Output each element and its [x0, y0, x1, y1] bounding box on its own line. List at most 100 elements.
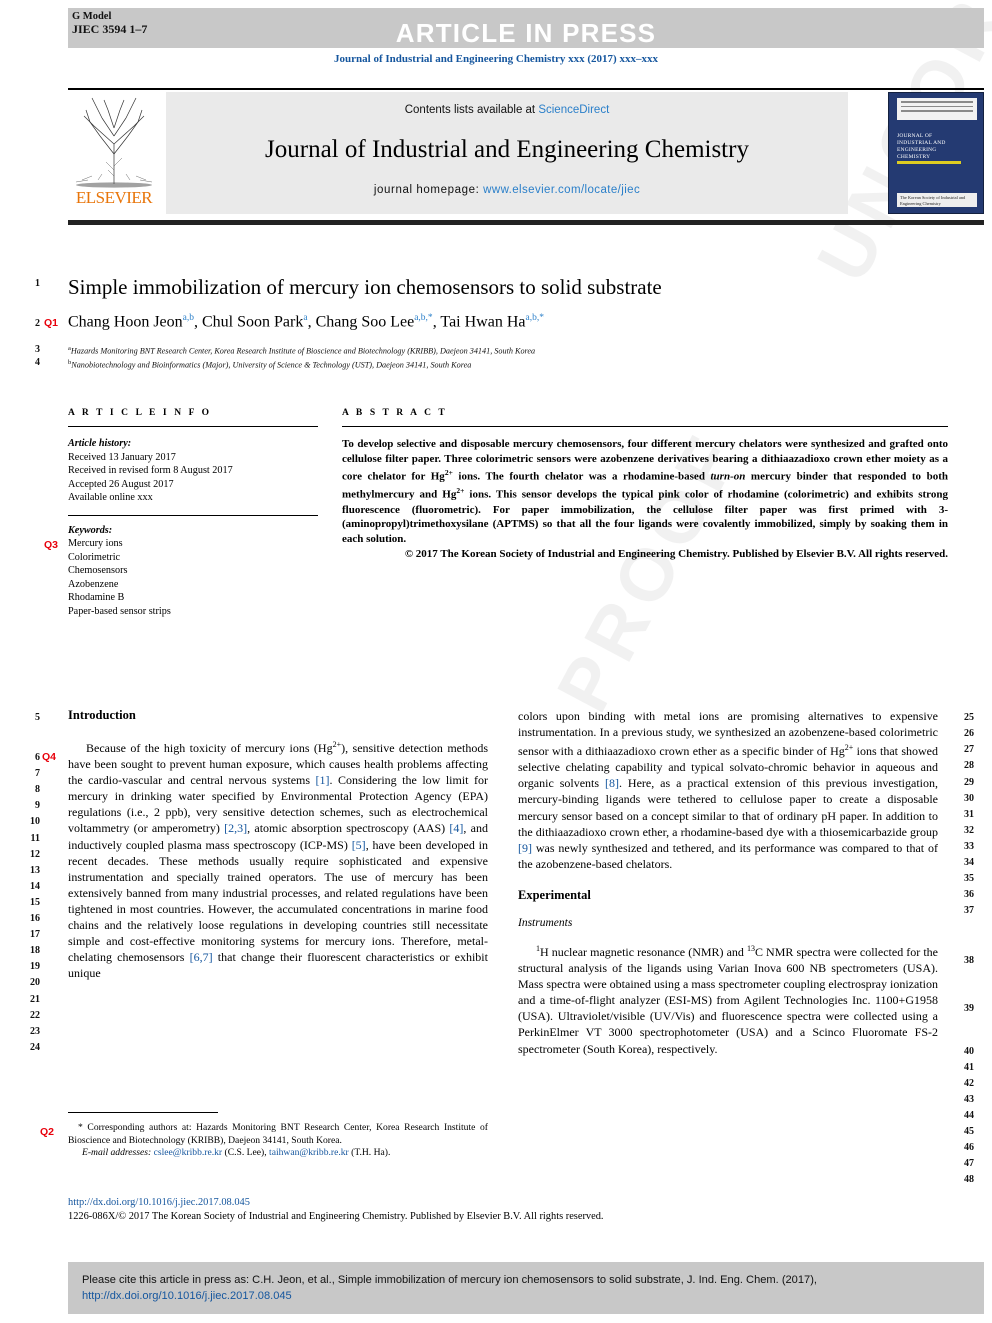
- email-label: E-mail addresses:: [82, 1147, 152, 1159]
- history-item: Available online xxx: [68, 492, 153, 503]
- email-note: E-mail addresses: cslee@kribb.re.kr (C.S…: [68, 1147, 488, 1160]
- cover-title-line-3: ENGINEERING: [897, 147, 937, 153]
- article-in-press-label: ARTICLE IN PRESS: [395, 18, 657, 48]
- affiliation-item: bNanobiotechnology and Bioinformatics (M…: [68, 357, 948, 371]
- contents-prefix: Contents lists available at: [404, 104, 539, 116]
- abstract-italic: turn-on: [710, 470, 746, 483]
- query-marker-q4[interactable]: Q4: [42, 751, 56, 763]
- email-link-2[interactable]: taihwan@kribb.re.kr: [269, 1147, 349, 1158]
- corresponding-text: Corresponding authors at: Hazards Monito…: [68, 1122, 488, 1146]
- line-number: 23: [30, 1026, 40, 1037]
- line-number: 38: [964, 955, 974, 966]
- paper-page: UNCORRECTED PROOF ARTICLE IN PRESS G Mod…: [0, 0, 992, 1323]
- line-number: 37: [964, 905, 974, 916]
- citation-ref[interactable]: [8]: [605, 776, 619, 790]
- issn-copyright-line: 1226-086X/© 2017 The Korean Society of I…: [68, 1210, 604, 1222]
- corresponding-author-note: * Corresponding authors at: Hazards Moni…: [68, 1122, 488, 1147]
- line-number: 17: [30, 929, 40, 940]
- instruments-paragraph: 1H nuclear magnetic resonance (NMR) and …: [518, 941, 938, 1057]
- line-number: 12: [30, 849, 40, 860]
- author-affil-marker: a,b,*: [525, 313, 544, 323]
- history-item: Accepted 26 August 2017: [68, 478, 174, 490]
- author-affil-marker: a: [303, 313, 308, 323]
- body-column-right: colors upon binding with metal ions are …: [518, 708, 938, 1057]
- line-number: 47: [964, 1158, 974, 1169]
- para-seg: H nuclear magnetic resonance (NMR) and: [540, 944, 747, 959]
- history-item: Received in revised form 8 August 2017: [68, 465, 233, 476]
- author-name: Tai Hwan Ha: [440, 313, 526, 331]
- citation-ref[interactable]: [5]: [352, 838, 366, 852]
- journal-title: Journal of Industrial and Engineering Ch…: [265, 136, 749, 163]
- abstract-sup: 2+: [444, 468, 453, 478]
- line-number: 29: [964, 777, 974, 788]
- line-number: 25: [964, 712, 974, 723]
- para-seg: C NMR spectra were collected for the str…: [518, 944, 938, 1056]
- line-number: 19: [30, 961, 40, 972]
- masthead: ELSEVIER Contents lists available at Sci…: [68, 92, 984, 214]
- doi-block: http://dx.doi.org/10.1016/j.jiec.2017.08…: [68, 1196, 728, 1223]
- citation-ref[interactable]: [4]: [449, 821, 463, 835]
- affiliation-text: Nanobiotechnology and Bioinformatics (Ma…: [71, 360, 472, 370]
- line-number: 31: [964, 809, 974, 820]
- line-number: 39: [964, 1003, 974, 1014]
- line-number: 7: [35, 768, 40, 779]
- line-number: 2: [35, 318, 40, 329]
- heading-introduction: Introduction: [68, 708, 136, 722]
- line-number: 14: [30, 881, 40, 892]
- manuscript-id: JIEC 3594 1–7: [72, 22, 148, 36]
- abstract-column: A B S T R A C T To develop selective and…: [342, 408, 948, 562]
- keywords-rule: [68, 514, 318, 516]
- doi-link[interactable]: http://dx.doi.org/10.1016/j.jiec.2017.08…: [68, 1196, 728, 1210]
- query-marker-q3[interactable]: Q3: [44, 539, 58, 551]
- contents-available-line: Contents lists available at ScienceDirec…: [166, 104, 848, 116]
- cover-society-footer: The Korean Society of Industrial and Eng…: [897, 193, 977, 207]
- line-number: 40: [964, 1046, 974, 1057]
- author-affil-marker: a,b,*: [414, 313, 433, 323]
- line-number: 48: [964, 1174, 974, 1185]
- masthead-contents-box: Contents lists available at ScienceDirec…: [166, 92, 848, 214]
- article-info-column: A R T I C L E I N F O Article history: R…: [68, 408, 318, 618]
- line-number: 1: [35, 278, 40, 289]
- heading-experimental: Experimental: [518, 887, 591, 902]
- cover-title-line-1: JOURNAL OF: [897, 133, 933, 139]
- line-number: 24: [30, 1042, 40, 1053]
- author-list: Chang Hoon Jeona,b, Chul Soon Parka, Cha…: [68, 313, 544, 331]
- homepage-url-link[interactable]: www.elsevier.com/locate/jiec: [483, 184, 640, 196]
- para-seg: was newly synthesized and tethered, and …: [518, 840, 938, 871]
- para-sup: 13: [746, 943, 755, 953]
- email-link-1[interactable]: cslee@kribb.re.kr: [154, 1147, 223, 1158]
- masthead-top-rule: [68, 88, 984, 90]
- author-affil-marker: a,b: [182, 313, 194, 323]
- keyword-item: Azobenzene: [68, 578, 119, 590]
- author-name: Chang Hoon Jeon: [68, 313, 183, 331]
- sciencedirect-link[interactable]: ScienceDirect: [538, 104, 609, 116]
- cover-title-text: JOURNAL OF INDUSTRIAL AND ENGINEERING CH…: [897, 133, 977, 161]
- citation-ref[interactable]: [1]: [316, 773, 330, 787]
- journal-citation-line: Journal of Industrial and Engineering Ch…: [334, 53, 658, 65]
- article-title: Simple immobilization of mercury ion che…: [68, 275, 662, 299]
- citation-ref[interactable]: [2,3]: [224, 821, 247, 835]
- keyword-item: Rhodamine B: [68, 592, 125, 603]
- keywords-block: Keywords: Mercury ions Colorimetric Chem…: [68, 524, 318, 619]
- line-number: 46: [964, 1142, 974, 1153]
- line-number: 4: [35, 357, 40, 368]
- line-number: 42: [964, 1078, 974, 1089]
- line-number: 9: [35, 800, 40, 811]
- line-number: 45: [964, 1126, 974, 1137]
- line-number: 5: [35, 712, 40, 723]
- article-history-block: Article history: Received 13 January 201…: [68, 437, 318, 505]
- query-marker-q1[interactable]: Q1: [44, 317, 58, 329]
- cite-prefix: Please cite this article in press as: C.…: [82, 1274, 817, 1286]
- author-name: Chang Soo Lee: [315, 313, 415, 331]
- heading-instruments: Instruments: [518, 916, 573, 929]
- line-number: 15: [30, 897, 40, 908]
- line-number: 20: [30, 977, 40, 988]
- line-number: 10: [30, 816, 40, 827]
- line-number: 36: [964, 889, 974, 900]
- query-marker-q2[interactable]: Q2: [40, 1126, 54, 1138]
- line-number: 27: [964, 744, 974, 755]
- cite-doi-link[interactable]: http://dx.doi.org/10.1016/j.jiec.2017.08…: [82, 1290, 292, 1302]
- citation-ref[interactable]: [6,7]: [190, 950, 213, 964]
- article-history-label: Article history:: [68, 438, 132, 449]
- citation-ref[interactable]: [9]: [518, 841, 532, 855]
